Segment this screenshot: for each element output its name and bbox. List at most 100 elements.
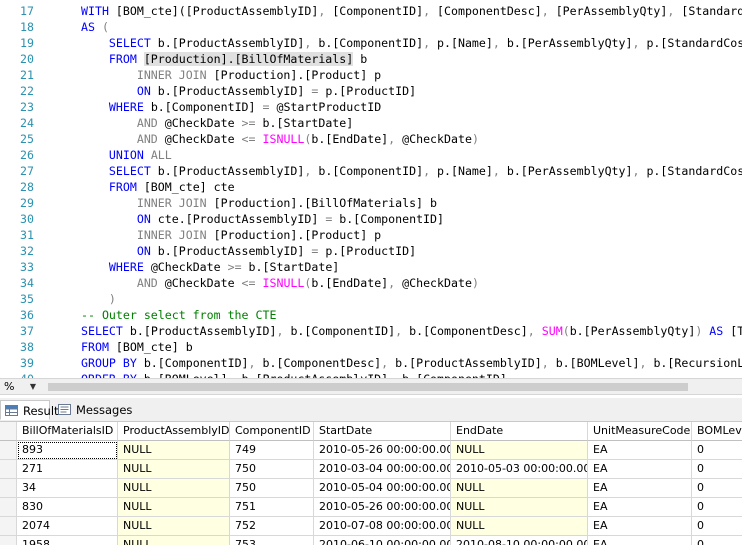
code-text: AND @CheckDate <= ISNULL(b.[EndDate], @C… xyxy=(136,132,479,146)
table-cell[interactable]: 2010-05-26 00:00:00.000 xyxy=(314,441,451,460)
table-cell[interactable]: 0 xyxy=(692,536,742,545)
table-cell[interactable]: NULL xyxy=(118,479,230,498)
code-line: 36 -- Outer select from the CTE xyxy=(0,307,742,323)
code-text: INNER JOIN [Production].[BillOfMaterials… xyxy=(136,196,437,210)
table-cell[interactable]: EA xyxy=(588,460,692,479)
line-number: 28 xyxy=(20,180,34,194)
table-cell[interactable]: 0 xyxy=(692,460,742,479)
column-header[interactable]: ProductAssemblyID xyxy=(118,422,230,441)
column-header[interactable]: StartDate xyxy=(314,422,451,441)
column-header[interactable]: UnitMeasureCode xyxy=(588,422,692,441)
code-text: ) xyxy=(108,292,116,306)
code-line: 34 AND @CheckDate <= ISNULL(b.[EndDate],… xyxy=(0,275,742,291)
table-cell[interactable]: EA xyxy=(588,517,692,536)
row-header[interactable] xyxy=(0,536,17,545)
row-header[interactable] xyxy=(0,479,17,498)
line-number: 22 xyxy=(20,84,34,98)
table-cell[interactable]: 34 xyxy=(17,479,118,498)
table-cell[interactable]: NULL xyxy=(118,498,230,517)
table-cell[interactable]: EA xyxy=(588,498,692,517)
line-number: 40 xyxy=(0,371,34,378)
table-row[interactable]: 34 NULL 750 2010-05-04 00:00:00.000 NULL EA 0 xyxy=(0,479,742,498)
code-text: SELECT b.[ProductAssemblyID], b.[Compone… xyxy=(108,36,742,50)
line-number: 29 xyxy=(20,196,34,210)
tab-messages[interactable]: Messages xyxy=(54,400,132,420)
table-cell[interactable]: 2010-08-10 00:00:00.000 xyxy=(451,536,588,545)
code-line: 19 SELECT b.[ProductAssemblyID], b.[Comp… xyxy=(0,35,742,51)
line-number: 34 xyxy=(20,276,34,290)
table-cell[interactable]: 753 xyxy=(230,536,314,545)
row-header[interactable] xyxy=(0,460,17,479)
code-line: 33 WHERE @CheckDate >= b.[StartDate] xyxy=(0,259,742,275)
row-header[interactable] xyxy=(0,517,17,536)
table-cell[interactable]: 893 xyxy=(17,441,118,460)
table-cell[interactable]: NULL xyxy=(451,517,588,536)
table-row[interactable]: 830 NULL 751 2010-05-26 00:00:00.000 NULL EA 0 xyxy=(0,498,742,517)
table-row[interactable]: 893 NULL 749 2010-05-26 00:00:00.000 NULL EA 0 xyxy=(0,441,742,460)
code-text: ON cte.[ProductAssemblyID] = b.[Componen… xyxy=(136,212,444,226)
table-cell[interactable]: 1958 xyxy=(17,536,118,545)
table-cell[interactable]: 2010-07-08 00:00:00.000 xyxy=(314,517,451,536)
table-cell[interactable]: 0 xyxy=(692,441,742,460)
table-cell[interactable]: NULL xyxy=(118,536,230,545)
grid-icon xyxy=(5,405,18,416)
code-line: 17 WITH [BOM_cte]([ProductAssemblyID], [C… xyxy=(0,3,742,19)
results-grid[interactable]: BillOfMaterialsID ProductAssemblyID Compon… xyxy=(0,422,742,545)
table-cell[interactable]: NULL xyxy=(118,460,230,479)
table-cell[interactable]: EA xyxy=(588,479,692,498)
table-cell[interactable]: 0 xyxy=(692,517,742,536)
table-cell[interactable]: NULL xyxy=(118,517,230,536)
table-cell[interactable]: 750 xyxy=(230,479,314,498)
line-number: 17 xyxy=(20,4,34,18)
code-text: FROM [Production].[BillOfMaterials] b xyxy=(108,52,368,66)
column-header[interactable]: BOMLevel xyxy=(692,422,742,441)
table-cell[interactable]: NULL xyxy=(451,479,588,498)
code-line: 40 ORDER BY b.[BOMLevel], b.[ProductAssem… xyxy=(0,371,742,378)
table-cell[interactable]: 2010-05-26 00:00:00.000 xyxy=(314,498,451,517)
table-cell[interactable]: 2010-06-10 00:00:00.000 xyxy=(314,536,451,545)
table-cell[interactable]: 2074 xyxy=(17,517,118,536)
table-cell[interactable]: 271 xyxy=(17,460,118,479)
table-cell[interactable]: EA xyxy=(588,441,692,460)
messages-icon xyxy=(58,404,71,415)
table-row[interactable]: 271 NULL 750 2010-03-04 00:00:00.000 2010-05… xyxy=(0,460,742,479)
code-text: ON b.[ProductAssemblyID] = p.[ProductID] xyxy=(136,84,417,98)
table-cell[interactable]: 749 xyxy=(230,441,314,460)
table-cell[interactable]: 2010-05-04 00:00:00.000 xyxy=(314,479,451,498)
code-line: 24 AND @CheckDate >= b.[StartDate] xyxy=(0,115,742,131)
query-editor[interactable]: 17 WITH [BOM_cte]([ProductAssemblyID], [C… xyxy=(0,0,742,378)
table-cell[interactable]: 750 xyxy=(230,460,314,479)
tab-results[interactable]: Results xyxy=(0,400,65,420)
column-header[interactable]: BillOfMaterialsID xyxy=(17,422,118,441)
table-cell[interactable]: 752 xyxy=(230,517,314,536)
code-text: AS ( xyxy=(81,20,109,34)
column-header[interactable]: ComponentID xyxy=(230,422,314,441)
table-cell[interactable]: EA xyxy=(588,536,692,545)
row-header[interactable] xyxy=(0,498,17,517)
table-cell[interactable]: NULL xyxy=(118,441,230,460)
table-cell[interactable]: 2010-05-03 00:00:00.000 xyxy=(451,460,588,479)
code-text: ORDER BY b.[BOMLevel], b.[ProductAssembl… xyxy=(81,371,507,378)
row-header[interactable] xyxy=(0,441,17,460)
line-number: 39 xyxy=(20,356,34,370)
table-cell[interactable]: 2010-03-04 00:00:00.000 xyxy=(314,460,451,479)
code-line: 23 WHERE b.[ComponentID] = @StartProduct… xyxy=(0,99,742,115)
horizontal-scrollbar[interactable] xyxy=(44,381,742,393)
line-number: 24 xyxy=(20,116,34,130)
table-cell[interactable]: 751 xyxy=(230,498,314,517)
code-text: WHERE @CheckDate >= b.[StartDate] xyxy=(108,260,340,274)
code-line: 37 SELECT b.[ProductAssemblyID], b.[Compo… xyxy=(0,323,742,339)
code-line: 22 ON b.[ProductAssemblyID] = p.[Product… xyxy=(0,83,742,99)
table-cell[interactable]: 830 xyxy=(17,498,118,517)
column-header[interactable]: EndDate xyxy=(451,422,588,441)
table-row[interactable]: 2074 NULL 752 2010-07-08 00:00:00.000 NULL EA… xyxy=(0,517,742,536)
table-cell[interactable]: 0 xyxy=(692,498,742,517)
select-all-corner[interactable] xyxy=(0,422,17,441)
table-cell[interactable]: NULL xyxy=(451,441,588,460)
table-cell[interactable]: 0 xyxy=(692,479,742,498)
table-cell[interactable]: NULL xyxy=(451,498,588,517)
chevron-down-icon[interactable]: ▼ xyxy=(28,382,38,392)
table-row[interactable]: 1958 NULL 753 2010-06-10 00:00:00.000 2010-0… xyxy=(0,536,742,545)
scrollbar-thumb[interactable] xyxy=(48,383,688,391)
zoom-level[interactable]: % xyxy=(4,380,14,393)
